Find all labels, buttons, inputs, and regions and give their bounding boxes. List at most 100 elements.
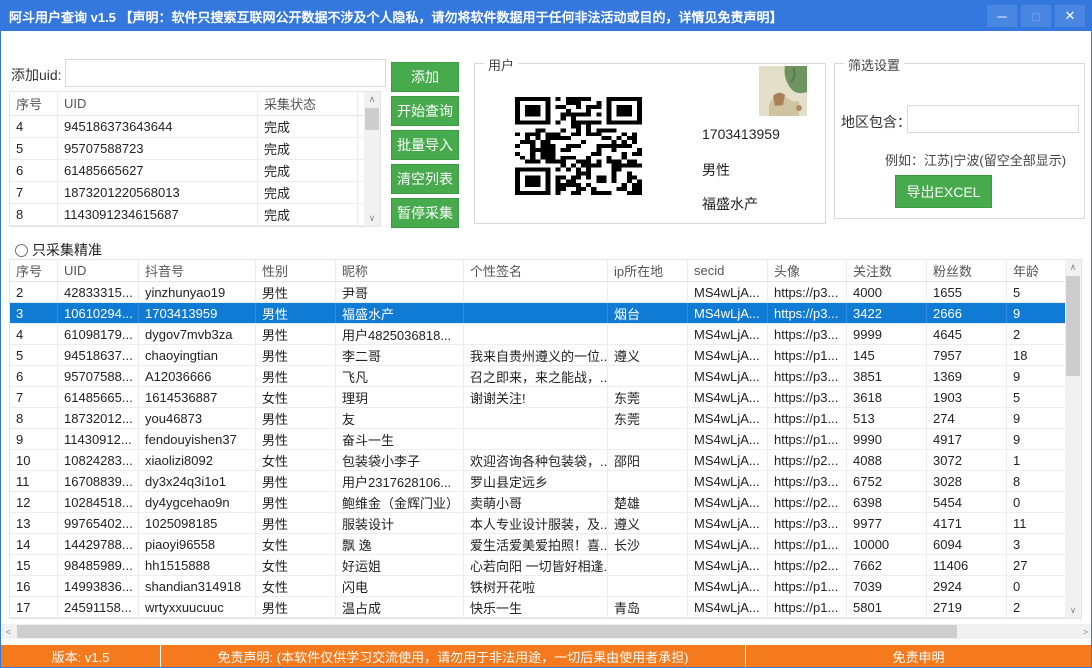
table-row[interactable]: 1614993836...shandian314918女性闪电铁树开花啦MS4w… — [10, 576, 1081, 597]
add-uid-label: 添加uid: — [11, 65, 62, 85]
disclaimer-button[interactable]: 免责申明 — [746, 645, 1091, 667]
scrollbar-thumb[interactable] — [365, 108, 379, 130]
table-cell: 1903 — [927, 387, 1007, 407]
column-header[interactable]: UID — [58, 92, 258, 115]
table-row[interactable]: 81143091234615687完成 — [10, 204, 380, 226]
add-button[interactable]: 添加 — [391, 62, 459, 92]
table-cell: 东莞 — [608, 408, 688, 428]
column-header[interactable]: 头像 — [768, 260, 847, 281]
table-row[interactable]: 594518637...chaoyingtian男性李二哥我来自贵州遵义的一位.… — [10, 345, 1081, 366]
scroll-down-icon[interactable]: ∨ — [364, 211, 380, 226]
table-cell: 61485665... — [58, 387, 139, 407]
column-header[interactable]: 抖音号 — [139, 260, 256, 281]
table-row[interactable]: 1116708839...dy3x24q3i1o1男性用户2317628106.… — [10, 471, 1081, 492]
column-header[interactable]: UID — [58, 260, 139, 281]
table-row[interactable]: 71873201220568013完成 — [10, 182, 380, 204]
table-cell: 13 — [10, 513, 58, 533]
table-cell: 6398 — [847, 492, 927, 512]
table-row[interactable]: 310610294...1703413959男性福盛水产烟台MS4wLjA...… — [10, 303, 1081, 324]
table-cell: 3 — [1007, 534, 1067, 554]
scrollbar-thumb[interactable] — [1066, 276, 1080, 376]
close-button[interactable]: ✕ — [1055, 5, 1085, 27]
scroll-left-icon[interactable]: < — [1, 624, 16, 639]
column-header[interactable]: 关注数 — [847, 260, 927, 281]
precision-radio-label: 只采集精准 — [32, 240, 102, 260]
column-header[interactable]: secid — [688, 260, 768, 281]
column-header[interactable]: 昵称 — [336, 260, 464, 281]
region-contains-input[interactable] — [907, 105, 1079, 133]
column-header[interactable]: 采集状态 — [258, 92, 358, 115]
scroll-right-icon[interactable]: > — [1078, 624, 1092, 639]
table-cell: wrtyxxuucuuc — [139, 597, 256, 617]
table-cell — [608, 366, 688, 386]
table-row[interactable]: 1724591158...wrtyxxuucuuc男性温占成快乐一生青岛MS4w… — [10, 597, 1081, 618]
table-cell: 27 — [1007, 555, 1067, 575]
table-row[interactable]: 1598485989...hh1515888女性好运姐心若向阳 一切皆好相逢..… — [10, 555, 1081, 576]
table-cell: 16 — [10, 576, 58, 596]
table-cell: 男性 — [256, 513, 336, 533]
table-cell: MS4wLjA... — [688, 387, 768, 407]
table-row[interactable]: 695707588...A12036666男性飞凡召之即来，来之能战，...MS… — [10, 366, 1081, 387]
table-cell: 男性 — [256, 492, 336, 512]
table-cell — [464, 408, 608, 428]
table-row[interactable]: 461098179...dygov7mvb3za男性用户4825036818..… — [10, 324, 1081, 345]
table-cell: MS4wLjA... — [688, 597, 768, 617]
region-example-hint: 例如：江苏|宁波(留空全部显示) — [885, 150, 1066, 169]
maximize-button[interactable]: □ — [1021, 5, 1051, 27]
table-cell: you46873 — [139, 408, 256, 428]
pause-collect-button[interactable]: 暂停采集 — [391, 198, 459, 228]
table-row[interactable]: 595707588723完成 — [10, 138, 380, 160]
column-header[interactable]: 个性签名 — [464, 260, 608, 281]
table-row[interactable]: 242833315...yinzhunyao19男性尹哥MS4wLjA...ht… — [10, 282, 1081, 303]
add-uid-input[interactable] — [65, 59, 386, 87]
table-row[interactable]: 1010824283...xiaolizi8092女性包装袋小李子欢迎咨询各种包… — [10, 450, 1081, 471]
table-cell: 24591158... — [58, 597, 139, 617]
start-query-button[interactable]: 开始查询 — [391, 96, 459, 126]
table-row[interactable]: 1399765402...1025098185男性服装设计本人专业设计服装，及.… — [10, 513, 1081, 534]
precision-radio[interactable]: 只采集精准 — [15, 240, 102, 260]
scroll-down-icon[interactable]: ∨ — [1065, 603, 1081, 618]
column-header[interactable]: 年龄 — [1007, 260, 1067, 281]
table-cell: 1703413959 — [139, 303, 256, 323]
table-cell: 9 — [1007, 408, 1067, 428]
table-cell: 0 — [1007, 492, 1067, 512]
table-cell: 3422 — [847, 303, 927, 323]
table-cell: 男性 — [256, 324, 336, 344]
table-cell: 9 — [1007, 303, 1067, 323]
main-table-hscrollbar[interactable]: < > — [1, 624, 1092, 639]
table-cell: https://p3... — [768, 387, 847, 407]
minimize-button[interactable]: ─ — [987, 5, 1017, 27]
table-cell: 长沙 — [608, 534, 688, 554]
clear-list-button[interactable]: 清空列表 — [391, 164, 459, 194]
table-cell: https://p3... — [768, 471, 847, 491]
table-row[interactable]: 761485665...1614536887女性理玥谢谢关注!东莞MS4wLjA… — [10, 387, 1081, 408]
table-cell: 心若向阳 一切皆好相逢... — [464, 555, 608, 575]
scroll-up-icon[interactable]: ∧ — [364, 92, 380, 107]
export-excel-button[interactable]: 导出EXCEL — [895, 175, 992, 208]
main-table-header: 序号UID抖音号性别昵称个性签名ip所在地secid头像关注数粉丝数年龄 — [10, 260, 1081, 282]
table-row[interactable]: 4945186373643644完成 — [10, 116, 380, 138]
disclaimer-text: 免责声明: (本软件仅供学习交流使用，请勿用于非法用途，一切后果由使用者承担) — [161, 645, 746, 667]
batch-import-button[interactable]: 批量导入 — [391, 130, 459, 160]
column-header[interactable]: 序号 — [10, 260, 58, 281]
column-header[interactable]: ip所在地 — [608, 260, 688, 281]
table-row[interactable]: 1210284518...dy4ygcehao9n男性鲍维金（金辉门业）卖萌小哥… — [10, 492, 1081, 513]
radio-circle-icon[interactable] — [15, 244, 28, 257]
scrollbar-thumb[interactable] — [17, 625, 957, 638]
table-row[interactable]: 661485665627完成 — [10, 160, 380, 182]
titlebar: 阿斗用户查询 v1.5 【声明：软件只搜索互联网公开数据不涉及个人隐私，请勿将软… — [1, 1, 1091, 31]
main-table-vscrollbar[interactable]: ∧ ∨ — [1065, 260, 1081, 618]
uid-table-scrollbar[interactable]: ∧ ∨ — [364, 92, 380, 226]
table-row[interactable]: 911430912...fendouyishen37男性奋斗一生MS4wLjA.… — [10, 429, 1081, 450]
table-row[interactable]: 818732012...you46873男性友东莞MS4wLjA...https… — [10, 408, 1081, 429]
table-cell: 513 — [847, 408, 927, 428]
table-cell: MS4wLjA... — [688, 408, 768, 428]
table-cell: 李二哥 — [336, 345, 464, 365]
table-cell: 9977 — [847, 513, 927, 533]
column-header[interactable]: 性别 — [256, 260, 336, 281]
column-header[interactable]: 序号 — [10, 92, 58, 115]
table-cell: fendouyishen37 — [139, 429, 256, 449]
scroll-up-icon[interactable]: ∧ — [1065, 260, 1081, 275]
column-header[interactable]: 粉丝数 — [927, 260, 1007, 281]
table-row[interactable]: 1414429788...piaoyi96558女性飘 逸爱生活爱美爱拍照！喜.… — [10, 534, 1081, 555]
